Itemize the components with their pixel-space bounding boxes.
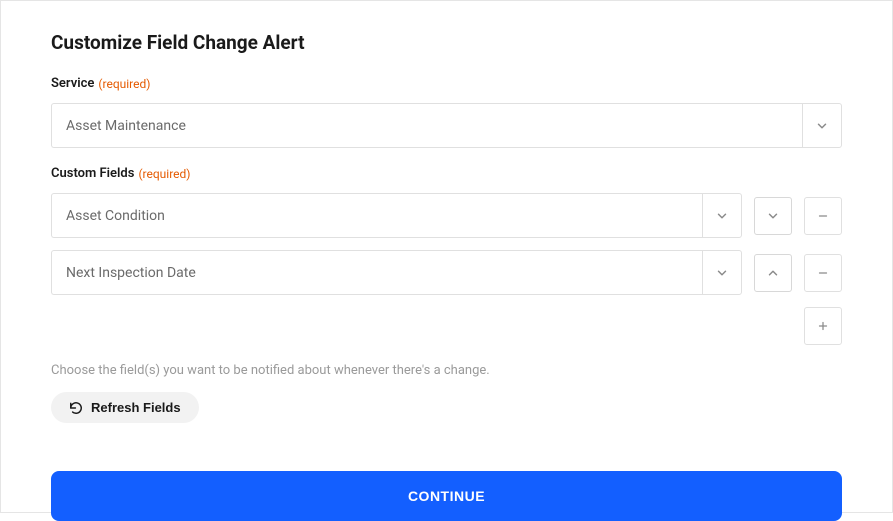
- remove-field-button[interactable]: [804, 254, 842, 292]
- custom-field-row: Asset Condition: [51, 193, 842, 238]
- chevron-up-icon: [766, 266, 780, 280]
- custom-fields-label: Custom Fields (required): [51, 166, 842, 181]
- form-container: Customize Field Change Alert Service (re…: [0, 0, 893, 513]
- custom-field-select-value: Next Inspection Date: [66, 265, 196, 281]
- chevron-down-icon: [766, 209, 780, 223]
- service-label-text: Service: [51, 76, 94, 91]
- helper-text: Choose the field(s) you want to be notif…: [51, 363, 842, 378]
- chevron-down-icon: [715, 266, 729, 280]
- custom-fields-required-text: (required): [138, 167, 190, 181]
- service-select[interactable]: Asset Maintenance: [51, 103, 842, 148]
- page-title: Customize Field Change Alert: [51, 31, 842, 54]
- custom-field-select[interactable]: Asset Condition: [51, 193, 742, 238]
- service-select-input[interactable]: Asset Maintenance: [51, 103, 802, 148]
- move-up-button[interactable]: [754, 254, 792, 292]
- refresh-fields-label: Refresh Fields: [91, 400, 181, 415]
- custom-field-select-input[interactable]: Next Inspection Date: [51, 250, 702, 295]
- minus-icon: [817, 267, 829, 279]
- continue-button[interactable]: CONTINUE: [51, 471, 842, 521]
- custom-field-row: Next Inspection Date: [51, 250, 842, 295]
- add-row-container: [51, 307, 842, 345]
- chevron-down-icon: [815, 119, 829, 133]
- refresh-icon: [69, 401, 83, 415]
- service-field-group: Service (required) Asset Maintenance: [51, 76, 842, 148]
- custom-fields-rows: Asset Condition Next Inspection Date: [51, 193, 842, 295]
- refresh-fields-button[interactable]: Refresh Fields: [51, 392, 199, 423]
- add-field-button[interactable]: [804, 307, 842, 345]
- plus-icon: [817, 320, 829, 332]
- custom-field-select-chevron-button[interactable]: [702, 193, 742, 238]
- service-label: Service (required): [51, 76, 842, 91]
- custom-field-select-value: Asset Condition: [66, 208, 165, 224]
- custom-field-select-input[interactable]: Asset Condition: [51, 193, 702, 238]
- chevron-down-icon: [715, 209, 729, 223]
- service-required-text: (required): [98, 77, 150, 91]
- minus-icon: [817, 210, 829, 222]
- custom-fields-label-text: Custom Fields: [51, 166, 134, 181]
- custom-fields-group: Custom Fields (required) Asset Condition: [51, 166, 842, 423]
- custom-field-select[interactable]: Next Inspection Date: [51, 250, 742, 295]
- service-select-value: Asset Maintenance: [66, 118, 186, 134]
- custom-field-select-chevron-button[interactable]: [702, 250, 742, 295]
- service-select-chevron-button[interactable]: [802, 103, 842, 148]
- move-down-button[interactable]: [754, 197, 792, 235]
- remove-field-button[interactable]: [804, 197, 842, 235]
